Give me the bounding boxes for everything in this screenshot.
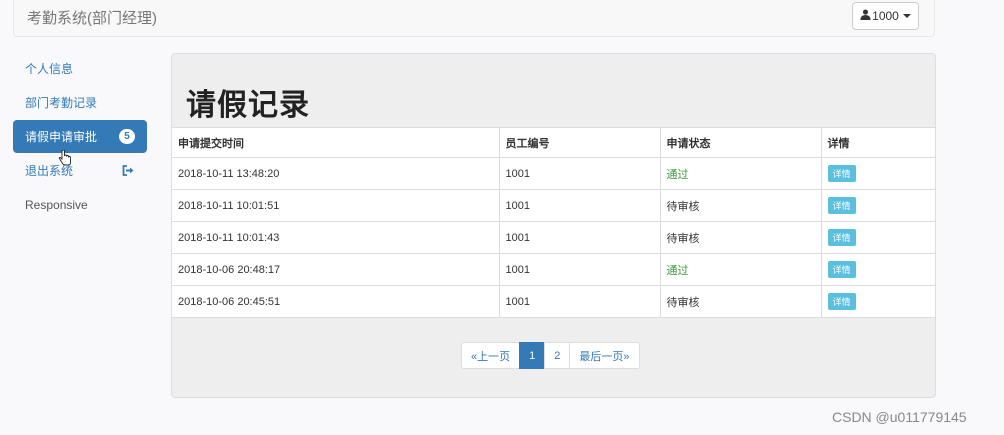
hand-pointer-icon	[58, 149, 73, 171]
pagination: «上一页 1 2 最后一页»	[461, 342, 640, 369]
employee-id-cell: 1001	[498, 253, 661, 286]
user-icon	[860, 9, 871, 23]
user-id-label: 1000	[872, 9, 899, 23]
status-cell: 通过	[659, 253, 822, 286]
table-header-row: 申请提交时间 员工编号 申请状态 详情	[172, 127, 935, 158]
pagination-page-2[interactable]: 2	[544, 342, 571, 369]
employee-id-cell: 1001	[498, 157, 661, 190]
pagination-page-1[interactable]: 1	[519, 342, 546, 369]
detail-cell: 详情	[820, 253, 935, 286]
pagination-last[interactable]: 最后一页»	[569, 342, 640, 369]
detail-button[interactable]: 详情	[827, 293, 856, 310]
pending-count-badge: 5	[119, 129, 135, 144]
top-navbar: 考勤系统(部门经理) 1000	[13, 0, 935, 37]
caret-down-icon	[902, 14, 911, 18]
user-dropdown-button[interactable]: 1000	[852, 2, 919, 30]
main-panel: 请假记录 申请提交时间 员工编号 申请状态 详情 2018-10-11 13:4…	[171, 53, 936, 398]
employee-id-cell: 1001	[498, 189, 661, 222]
sidebar-item-responsive: Responsive	[13, 188, 147, 221]
detail-cell: 详情	[820, 285, 935, 318]
status-cell: 待审核	[659, 285, 822, 318]
column-header: 员工编号	[498, 127, 661, 158]
logout-icon	[122, 165, 135, 179]
detail-cell: 详情	[820, 189, 935, 222]
app-brand[interactable]: 考勤系统(部门经理)	[27, 7, 157, 28]
column-header: 申请状态	[659, 127, 822, 158]
watermark: CSDN @u011779145	[832, 409, 967, 425]
table-row: 2018-10-06 20:48:17 1001 通过 详情	[172, 253, 935, 286]
status-cell: 待审核	[659, 189, 822, 222]
submit-time-cell: 2018-10-06 20:48:17	[172, 253, 500, 286]
column-header: 详情	[820, 127, 935, 158]
employee-id-cell: 1001	[498, 221, 661, 254]
sidebar-item-label: 部门考勤记录	[25, 96, 98, 110]
detail-cell: 详情	[820, 157, 935, 190]
leave-records-table: 申请提交时间 员工编号 申请状态 详情 2018-10-11 13:48:20 …	[172, 127, 935, 318]
sidebar-item-logout[interactable]: 退出系统	[13, 154, 147, 187]
table-row: 2018-10-11 10:01:43 1001 待审核 详情	[172, 221, 935, 254]
sidebar: 个人信息 部门考勤记录 请假申请审批 5 退出系统 Responsive	[13, 52, 147, 222]
table-row: 2018-10-11 10:01:51 1001 待审核 详情	[172, 189, 935, 222]
page-title: 请假记录	[186, 89, 310, 122]
sidebar-item-leave-approval[interactable]: 请假申请审批 5	[13, 120, 147, 153]
sidebar-item-label: 请假申请审批	[25, 130, 98, 144]
detail-button[interactable]: 详情	[827, 197, 856, 214]
sidebar-item-label: 个人信息	[25, 62, 74, 76]
status-cell: 待审核	[659, 221, 822, 254]
detail-button[interactable]: 详情	[827, 261, 856, 278]
table-row: 2018-10-06 20:45:51 1001 待审核 详情	[172, 285, 935, 318]
sidebar-item-dept-attendance[interactable]: 部门考勤记录	[13, 86, 147, 119]
sidebar-item-personal-info[interactable]: 个人信息	[13, 52, 147, 85]
submit-time-cell: 2018-10-11 13:48:20	[172, 157, 500, 190]
pagination-prev[interactable]: «上一页	[461, 342, 521, 369]
submit-time-cell: 2018-10-11 10:01:43	[172, 221, 500, 254]
detail-button[interactable]: 详情	[827, 165, 856, 182]
sidebar-item-label: Responsive	[25, 197, 88, 212]
column-header: 申请提交时间	[172, 127, 500, 158]
employee-id-cell: 1001	[498, 285, 661, 318]
submit-time-cell: 2018-10-06 20:45:51	[172, 285, 500, 318]
status-cell: 通过	[659, 157, 822, 190]
detail-cell: 详情	[820, 221, 935, 254]
detail-button[interactable]: 详情	[827, 229, 856, 246]
table-row: 2018-10-11 13:48:20 1001 通过 详情	[172, 157, 935, 190]
submit-time-cell: 2018-10-11 10:01:51	[172, 189, 500, 222]
